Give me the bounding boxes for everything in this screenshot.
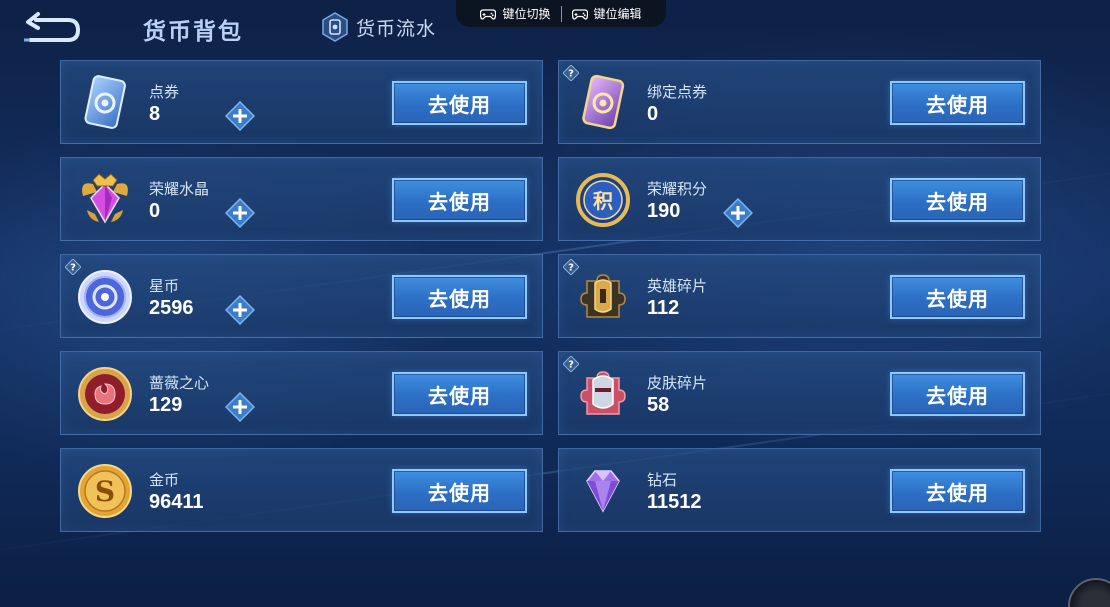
skin-fragment-icon [580, 371, 626, 415]
add-currency-icon[interactable] [723, 198, 753, 228]
floating-menu-button[interactable] [1068, 578, 1110, 607]
currency-amount: 8 [149, 103, 161, 125]
use-button[interactable]: 去使用 [392, 178, 527, 222]
tab-currency-flow-label: 货币流水 [356, 17, 437, 40]
currency-name: 绑定点券 [647, 83, 708, 101]
rose-heart-icon [78, 367, 132, 421]
currency-name: 荣耀积分 [647, 180, 708, 198]
currency-name: 皮肤碎片 [647, 374, 708, 392]
bound-coupon-card-icon [582, 74, 625, 130]
use-button[interactable]: 去使用 [890, 81, 1025, 125]
currency-name: 星币 [149, 277, 180, 295]
currency-amount: 2596 [149, 297, 194, 319]
add-currency-icon[interactable] [225, 198, 255, 228]
currency-name: 荣耀水晶 [149, 180, 210, 198]
star-coin-icon [78, 270, 132, 324]
currency-card: 点券 8 去使用 [60, 60, 543, 144]
currency-amount: 190 [647, 200, 681, 222]
key-edit-button[interactable]: 键位编辑 [562, 5, 652, 22]
currency-amount: 129 [149, 394, 183, 416]
currency-card: S 金币 96411 去使用 [60, 448, 543, 532]
glory-crystal-icon [82, 173, 128, 224]
use-button[interactable]: 去使用 [890, 178, 1025, 222]
key-edit-label: 键位编辑 [593, 7, 642, 21]
hero-fragment-icon [580, 274, 626, 318]
currency-amount: 96411 [149, 491, 204, 513]
add-currency-icon[interactable] [225, 101, 255, 131]
currency-card: ? 皮肤碎片 58 去使用 [558, 351, 1041, 435]
flow-card-icon [322, 12, 348, 42]
currency-name: 英雄碎片 [647, 277, 708, 295]
currency-name: 金币 [149, 471, 180, 489]
currency-amount: 0 [149, 200, 161, 222]
gamepad-icon [480, 8, 497, 20]
currency-card: ? 星币 2596 去使用 [60, 254, 543, 338]
svg-text:S: S [95, 475, 115, 508]
use-button[interactable]: 去使用 [392, 469, 527, 513]
currency-amount: 58 [647, 394, 670, 416]
use-button[interactable]: 去使用 [392, 372, 527, 416]
currency-card: ? 绑定点券 0 去使用 [558, 60, 1041, 144]
currency-grid: 点券 8 去使用 ? 绑定点券 0 去使用 荣耀水晶 0 去使用 积 荣耀积分 190 去… [60, 60, 1041, 532]
diamond-icon [586, 470, 620, 513]
svg-text:积: 积 [593, 189, 613, 213]
use-button[interactable]: 去使用 [392, 275, 527, 319]
currency-card: 钻石 11512 去使用 [558, 448, 1041, 532]
currency-amount: 0 [647, 103, 659, 125]
gamepad-icon [571, 8, 588, 20]
currency-card: 荣耀水晶 0 去使用 [60, 157, 543, 241]
tab-currency-flow[interactable]: 货币流水 [322, 12, 436, 42]
use-button[interactable]: 去使用 [890, 469, 1025, 513]
currency-card: 积 荣耀积分 190 去使用 [558, 157, 1041, 241]
add-currency-icon[interactable] [225, 392, 255, 422]
page-title: 货币背包 [143, 19, 243, 45]
gold-coin-icon: S [78, 464, 132, 518]
back-button[interactable] [22, 10, 82, 44]
back-arrow-icon [24, 12, 81, 42]
add-currency-icon[interactable] [225, 295, 255, 325]
currency-card: 蔷薇之心 129 去使用 [60, 351, 543, 435]
currency-name: 蔷薇之心 [149, 374, 210, 392]
key-switch-button[interactable]: 键位切换 [470, 5, 560, 22]
currency-card: ? 英雄碎片 112 去使用 [558, 254, 1041, 338]
key-control-bar: 键位切换 键位编辑 [456, 0, 666, 27]
use-button[interactable]: 去使用 [392, 81, 527, 125]
use-button[interactable]: 去使用 [890, 275, 1025, 319]
currency-name: 点券 [149, 83, 180, 101]
glory-points-icon: 积 [576, 173, 630, 227]
coupon-card-icon [84, 75, 126, 129]
currency-amount: 112 [647, 297, 680, 319]
currency-name: 钻石 [647, 471, 678, 489]
currency-amount: 11512 [647, 491, 702, 513]
use-button[interactable]: 去使用 [890, 372, 1025, 416]
key-switch-label: 键位切换 [502, 7, 551, 21]
